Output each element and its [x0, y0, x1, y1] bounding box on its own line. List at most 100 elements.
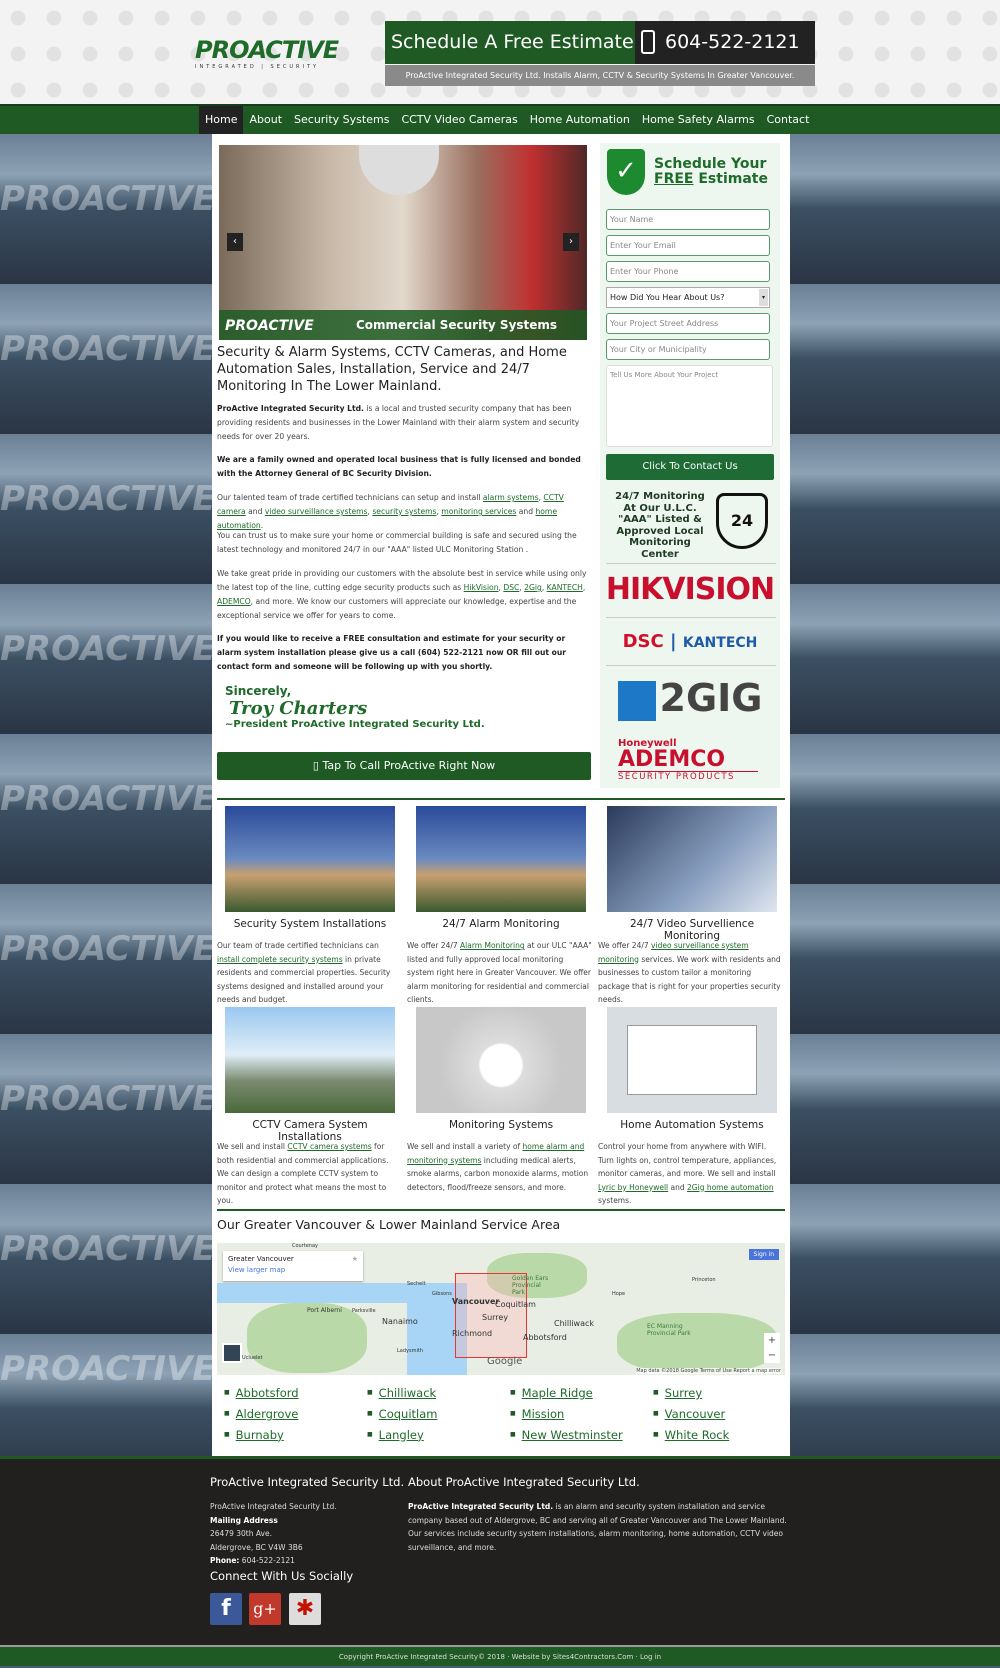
service-description: We sell and install a variety of home al… [407, 1140, 592, 1194]
city-item[interactable]: Aldergrove [224, 1404, 364, 1425]
logo[interactable]: PROACTIVE INTEGRATED | SECURITY [195, 36, 340, 72]
city-list: Maple RidgeMissionNew Westminster [510, 1383, 650, 1445]
hikvision-logo[interactable]: HIKVISION [600, 572, 780, 607]
map-zoom-controls[interactable]: + − [764, 1333, 780, 1363]
map-sign-in-button[interactable]: Sign in [748, 1249, 779, 1260]
facebook-icon[interactable]: f [210, 1593, 242, 1625]
link-alarm-systems[interactable]: alarm systems [483, 493, 539, 502]
section-divider [217, 798, 785, 800]
nav-home[interactable]: Home [199, 106, 244, 134]
map-label: Ucluelet [242, 1355, 263, 1361]
service-description: We offer 24/7 video surveillance system … [598, 939, 783, 1007]
nav-home-safety-alarms[interactable]: Home Safety Alarms [636, 106, 761, 134]
link-monitoring-services[interactable]: monitoring services [441, 507, 516, 516]
footer-address: ProActive Integrated Security Ltd. Maili… [210, 1500, 337, 1568]
service-description: We sell and install CCTV camera systems … [217, 1140, 402, 1208]
text: and [245, 507, 265, 516]
service-link[interactable]: 2Gig home automation [687, 1183, 774, 1192]
link-kantech[interactable]: KANTECH [547, 583, 583, 592]
nav-about[interactable]: About [243, 106, 288, 134]
text: and [516, 507, 536, 516]
nav-security-systems[interactable]: Security Systems [288, 106, 395, 134]
cctv-camera-image [225, 1007, 395, 1113]
map-label: Coquitlam [495, 1300, 536, 1309]
text: for both residential and commercial appl… [217, 1142, 389, 1205]
city-item[interactable]: Coquitlam [367, 1404, 507, 1425]
schedule-estimate-banner[interactable]: Schedule A Free Estimate [385, 21, 635, 64]
city-item[interactable]: Mission [510, 1404, 650, 1425]
city-item[interactable]: Vancouver [653, 1404, 793, 1425]
section-divider [217, 1209, 785, 1211]
service-area-map[interactable]: Greater Vancouver ★ View larger map Vancou… [217, 1243, 785, 1375]
map-label: Ladysmith [397, 1348, 423, 1354]
nav-cctv-video-cameras[interactable]: CCTV Video Cameras [395, 106, 523, 134]
city-item[interactable]: Langley [367, 1425, 507, 1446]
slider-next-button[interactable]: › [563, 233, 579, 251]
service-link[interactable]: Lyric by Honeywell [598, 1183, 668, 1192]
city-list: SurreyVancouverWhite Rock [653, 1383, 793, 1445]
tagline: ProActive Integrated Security Ltd. Insta… [385, 65, 815, 86]
map-label: Surrey [482, 1313, 509, 1322]
service-link[interactable]: CCTV camera systems [287, 1142, 371, 1151]
service-link[interactable]: Alarm Monitoring [460, 941, 525, 950]
link-2gig[interactable]: 2Gig [524, 583, 542, 592]
city-item[interactable]: Abbotsford [224, 1383, 364, 1404]
service-title: 24/7 Alarm Monitoring [442, 918, 560, 930]
yelp-icon[interactable]: ✱ [289, 1593, 321, 1625]
2gig-logo[interactable]: 2GIG [600, 676, 780, 721]
service-link[interactable]: install complete security systems [217, 955, 343, 964]
main-nav: Home About Security Systems CCTV Video C… [0, 104, 1000, 134]
camera-image [359, 145, 439, 195]
footer-phone[interactable]: 604-522-2121 [239, 1556, 295, 1565]
phone-input[interactable]: Enter Your Phone [606, 261, 770, 282]
image-slider[interactable]: ‹ › Commercial Security Systems PROACTIV… [219, 145, 587, 340]
link-security-systems[interactable]: security systems [372, 507, 436, 516]
text: We offer 24/7 [598, 941, 652, 950]
signature: Sincerely, Troy Charters ~President ProA… [225, 684, 485, 730]
link-ademco[interactable]: ADEMCO [217, 597, 251, 606]
dsc-kantech-logo[interactable]: DSC | KANTECH [600, 631, 780, 652]
sincerely: Sincerely, [225, 684, 292, 698]
map-label: EC Manning Provincial Park [647, 1323, 691, 1337]
map-label: Richmond [452, 1329, 493, 1338]
city-item[interactable]: Maple Ridge [510, 1383, 650, 1404]
city-item[interactable]: New Westminster [510, 1425, 650, 1446]
nav-contact[interactable]: Contact [761, 106, 816, 134]
nav-home-automation[interactable]: Home Automation [524, 106, 636, 134]
map-label: Courtenay [292, 1243, 319, 1249]
link-hikvision[interactable]: HikVision [464, 583, 499, 592]
about-heading: About ProActive Integrated Security Ltd. [408, 1475, 640, 1489]
page-heading: Security & Alarm Systems, CCTV Cameras, … [217, 345, 567, 394]
city-item[interactable]: Surrey [653, 1383, 793, 1404]
divider [606, 665, 776, 666]
city-item[interactable]: Burnaby [224, 1425, 364, 1446]
map-attribution[interactable]: Map data ©2018 Google Terms of Use Repor… [636, 1368, 781, 1374]
view-larger-map-link[interactable]: View larger map [228, 1266, 358, 1274]
link-video-surveillance[interactable]: video surveillance systems [265, 507, 368, 516]
ademco-logo[interactable]: Honeywell ADEMCO SECURITY PRODUCTS [618, 738, 758, 782]
slider-prev-button[interactable]: ‹ [227, 233, 243, 251]
city-item[interactable]: White Rock [653, 1425, 793, 1446]
star-icon[interactable]: ★ [352, 1255, 358, 1263]
address-input[interactable]: Your Project Street Address [606, 313, 770, 334]
company-name: ProActive Integrated Security Ltd. [217, 404, 364, 413]
city-item[interactable]: Chilliwack [367, 1383, 507, 1404]
home-automation-panel-image [607, 1007, 777, 1113]
contact-submit-button[interactable]: Click To Contact Us [606, 454, 774, 480]
monitoring-text: 24/7 Monitoring At Our U.L.C. "AAA" List… [615, 491, 705, 560]
text: We offer 24/7 [407, 941, 461, 950]
header-phone[interactable]: 604-522-2121 [635, 21, 815, 64]
tap-to-call-button[interactable]: ▯ Tap To Call ProActive Right Now [217, 752, 591, 780]
message-textarea[interactable]: Tell Us More About Your Project [606, 365, 773, 447]
email-input[interactable]: Enter Your Email [606, 235, 770, 256]
google-logo: Google [487, 1356, 523, 1367]
link-dsc[interactable]: DSC [503, 583, 519, 592]
name-input[interactable]: Your Name [606, 209, 770, 230]
house-image [225, 806, 395, 912]
google-plus-icon[interactable]: g+ [249, 1593, 281, 1625]
hear-about-select[interactable]: How Did You Hear About Us? ▾ [606, 287, 770, 308]
satellite-toggle[interactable] [222, 1343, 242, 1363]
divider [606, 563, 776, 564]
24-hour-shield-icon: 24 [716, 493, 768, 549]
city-input[interactable]: Your City or Municipality [606, 339, 770, 360]
